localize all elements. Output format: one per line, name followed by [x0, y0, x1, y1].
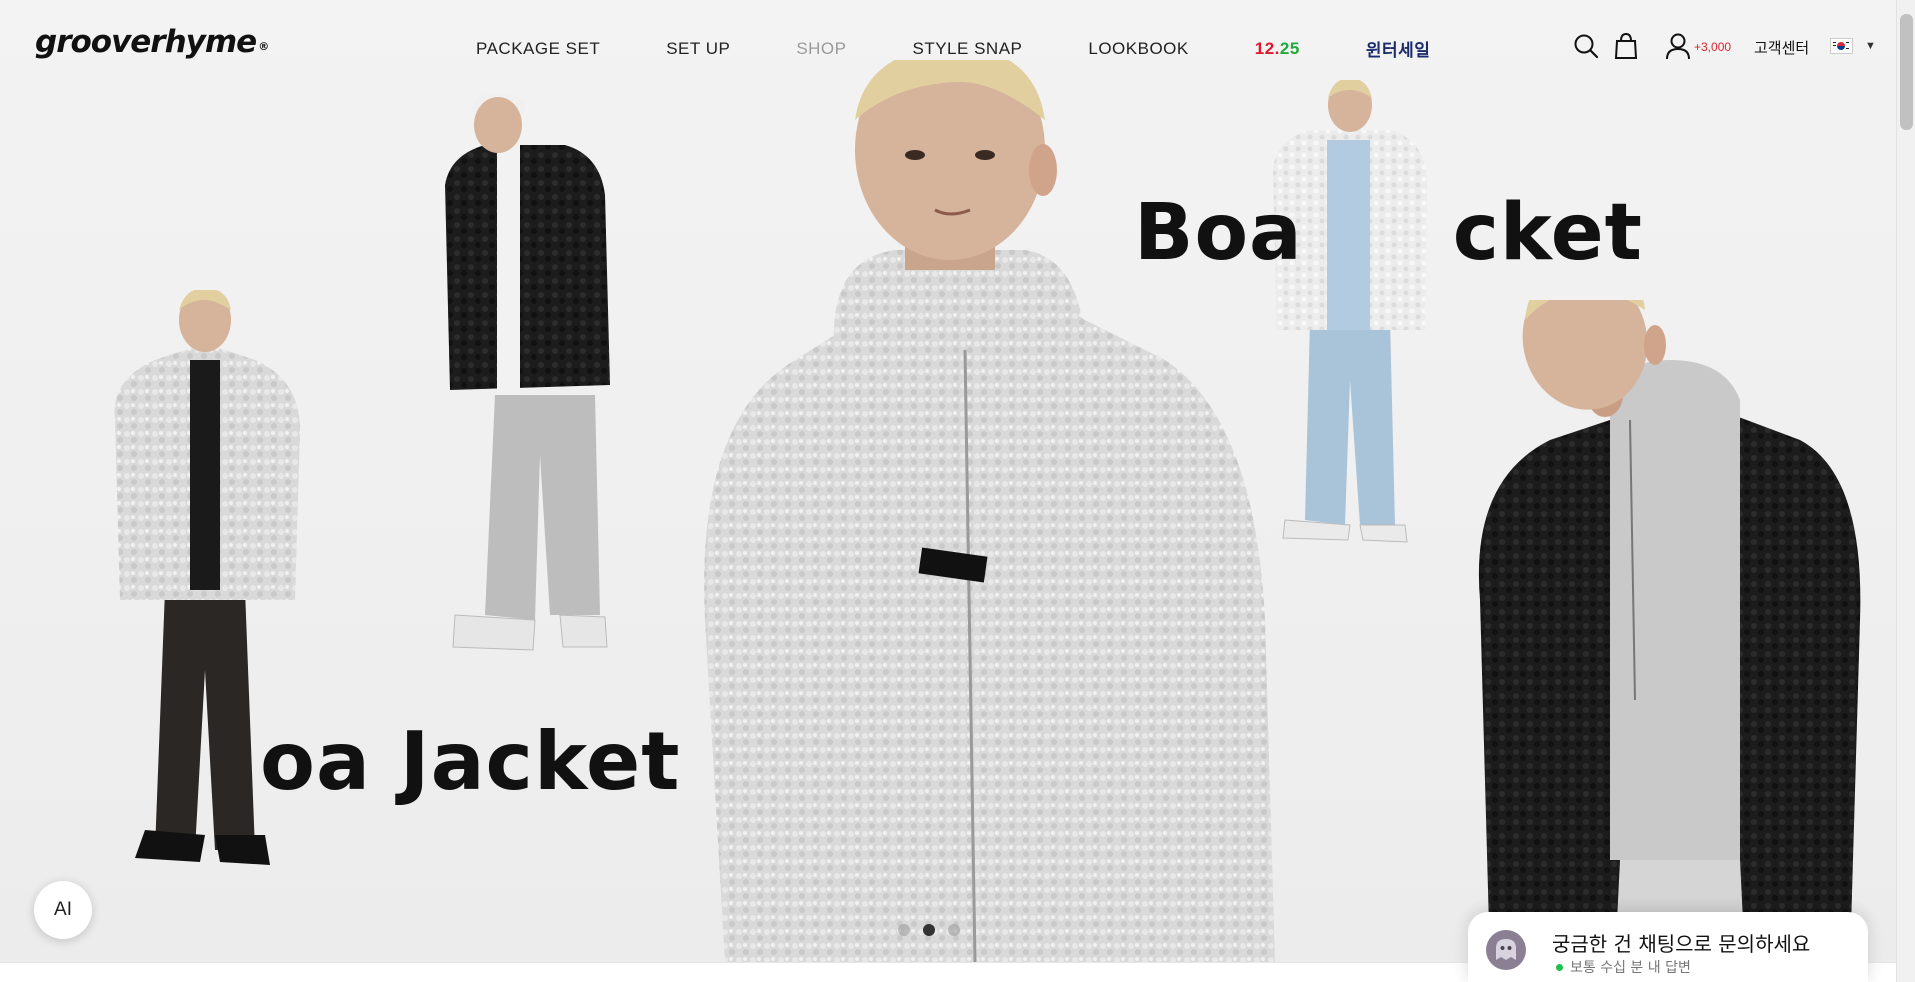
main-menu: PACKAGE SET SET UP SHOP STYLE SNAP LOOKB… [476, 36, 1430, 61]
chat-widget[interactable]: 궁금한 건 채팅으로 문의하세요 보통 수십 분 내 답변 [1468, 912, 1868, 982]
nav-shop[interactable]: SHOP [796, 39, 846, 59]
ai-assistant-button[interactable]: AI [34, 881, 92, 939]
hero-model-right-bottom [1470, 300, 1870, 962]
hero-title-right-part-a: Boa [1134, 188, 1303, 278]
nav-lookbook[interactable]: LOOKBOOK [1088, 39, 1188, 59]
model-right-top-figure [1273, 80, 1427, 543]
model-right-bottom-figure [1478, 300, 1861, 962]
ai-button-label: AI [54, 899, 72, 920]
scrollbar-thumb[interactable] [1900, 14, 1913, 130]
brand-logo[interactable]: grooverhyme ® [35, 24, 269, 60]
hero-title-left: oa Jacket [260, 715, 681, 808]
carousel-dot-1[interactable] [898, 924, 910, 936]
nav-promo-date[interactable]: 12.25 [1255, 39, 1300, 59]
hero-model-second [425, 95, 625, 660]
logo-text: grooverhyme [35, 24, 257, 60]
chat-subtitle-text: 보통 수십 분 내 답변 [1570, 960, 1691, 976]
chat-title: 궁금한 건 채팅으로 문의하세요 [1552, 932, 1811, 956]
promo-date-part2: 25 [1279, 38, 1300, 58]
carousel-dot-3[interactable] [948, 924, 960, 936]
hero-title-right-part-b: cket [1452, 188, 1643, 278]
chevron-down-icon: ▼ [1865, 40, 1876, 52]
online-status-dot [1556, 963, 1563, 971]
promo-date-part1: 12. [1254, 38, 1280, 58]
carousel-dots [898, 924, 960, 936]
customer-center-link[interactable]: 고객센터 [1754, 37, 1809, 58]
registered-mark: ® [258, 40, 269, 53]
nav-winter-sale[interactable]: 윈터세일 [1366, 36, 1431, 61]
chat-subtitle: 보통 수십 분 내 답변 [1556, 957, 1691, 977]
nav-package-set[interactable]: PACKAGE SET [476, 39, 600, 59]
top-navigation: grooverhyme ® PACKAGE SET SET UP SHOP STY… [0, 0, 1896, 92]
page-scrollbar[interactable] [1896, 0, 1915, 982]
user-icon[interactable] [1662, 28, 1694, 64]
points-badge: +3,000 [1694, 40, 1732, 54]
nav-set-up[interactable]: SET UP [666, 39, 730, 59]
hero-title-right: Boa cket [1134, 188, 1643, 278]
carousel-dot-2[interactable] [923, 924, 935, 936]
chat-bot-avatar-icon [1486, 930, 1526, 970]
hero-model-right-top [1265, 80, 1435, 545]
shopping-bag-icon[interactable] [1610, 28, 1642, 64]
korea-flag-icon [1830, 38, 1853, 54]
model-second-figure [445, 95, 610, 651]
language-selector[interactable]: ▼ [1830, 38, 1876, 54]
hero-banner[interactable]: oa Jacket Boa cket [0, 0, 1896, 962]
search-icon[interactable] [1570, 28, 1602, 64]
page: oa Jacket Boa cket grooverhyme ® PACKAGE S… [0, 0, 1915, 982]
nav-style-snap[interactable]: STYLE SNAP [913, 39, 1023, 59]
